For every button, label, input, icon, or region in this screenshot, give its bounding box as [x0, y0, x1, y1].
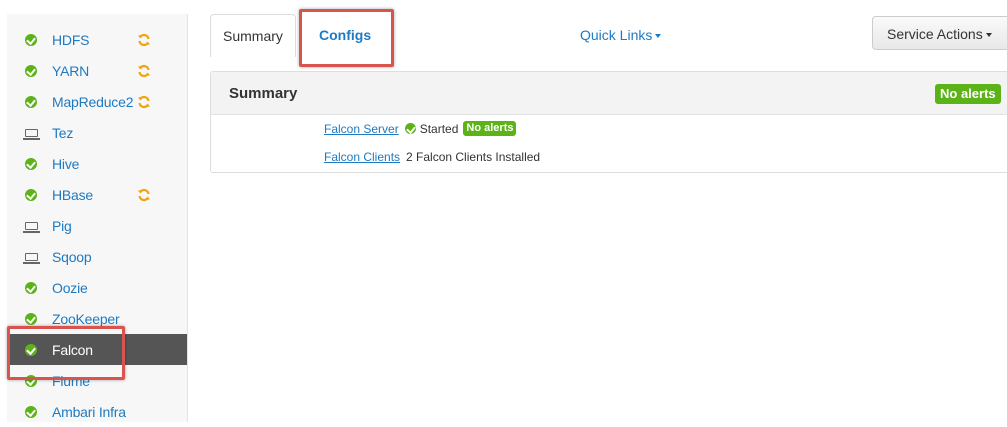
alerts-badge[interactable]: No alerts — [935, 84, 1001, 104]
check-circle-icon — [24, 157, 38, 171]
quick-links-label: Quick Links — [580, 27, 653, 43]
falcon-server-alerts-badge[interactable]: No alerts — [463, 121, 517, 136]
check-circle-icon — [24, 405, 38, 419]
sidebar-item-label: Flume — [52, 372, 90, 389]
falcon-clients-row: Falcon Clients 2 Falcon Clients Installe… — [324, 150, 540, 164]
sidebar-item-label: HBase — [52, 186, 94, 203]
sidebar-item-hive[interactable]: Hive — [7, 148, 187, 179]
sidebar-item-sqoop[interactable]: Sqoop — [7, 241, 187, 272]
sidebar-item-ambari-infra[interactable]: Ambari Infra — [7, 396, 187, 427]
sidebar-item-falcon[interactable]: Falcon — [7, 334, 187, 365]
sidebar-item-label: Pig — [52, 217, 72, 234]
sidebar-item-yarn[interactable]: YARN — [7, 55, 187, 86]
check-circle-icon — [24, 95, 38, 109]
sidebar-item-hdfs[interactable]: HDFS — [7, 24, 187, 55]
sidebar-item-mapreduce2[interactable]: MapReduce2 — [7, 86, 187, 117]
check-circle-icon — [24, 33, 38, 47]
service-sidebar: HDFS YARN MapReduce2 Tez Hive HBase Pig … — [7, 14, 188, 422]
sidebar-item-pig[interactable]: Pig — [7, 210, 187, 241]
refresh-icon — [138, 188, 150, 201]
check-circle-icon — [24, 281, 38, 295]
quick-links-dropdown[interactable]: Quick Links — [580, 14, 662, 56]
check-circle-icon — [24, 312, 38, 326]
sidebar-item-label: Sqoop — [52, 248, 92, 265]
sidebar-item-label: YARN — [52, 62, 90, 79]
summary-panel: Summary No alerts Falcon Server Started … — [210, 71, 1007, 173]
falcon-clients-link[interactable]: Falcon Clients — [324, 150, 400, 164]
sidebar-item-tez[interactable]: Tez — [7, 117, 187, 148]
laptop-icon — [22, 250, 40, 264]
service-tabs: Summary Configs Quick Links Service Acti… — [210, 14, 1007, 58]
service-actions-label: Service Actions — [887, 26, 983, 42]
sidebar-item-label: Falcon — [52, 341, 93, 358]
falcon-server-link[interactable]: Falcon Server — [324, 122, 399, 136]
check-circle-icon — [24, 188, 38, 202]
sidebar-item-label: Oozie — [52, 279, 88, 296]
sidebar-item-label: MapReduce2 — [52, 93, 134, 110]
laptop-icon — [22, 219, 40, 233]
falcon-server-row: Falcon Server Started No alerts — [324, 121, 517, 136]
sidebar-item-label: ZooKeeper — [52, 310, 120, 327]
laptop-icon — [22, 126, 40, 140]
sidebar-item-label: HDFS — [52, 31, 90, 48]
check-circle-icon — [404, 123, 416, 134]
sidebar-item-label: Tez — [52, 124, 74, 141]
service-actions-button[interactable]: Service Actions — [872, 16, 1007, 50]
check-circle-icon — [24, 64, 38, 78]
refresh-icon — [138, 64, 150, 77]
sidebar-item-zookeeper[interactable]: ZooKeeper — [7, 303, 187, 334]
sidebar-item-oozie[interactable]: Oozie — [7, 272, 187, 303]
refresh-icon — [138, 33, 150, 46]
sidebar-item-flume[interactable]: Flume — [7, 365, 187, 396]
falcon-clients-count: 2 Falcon Clients Installed — [406, 150, 541, 164]
refresh-icon — [138, 95, 150, 108]
summary-panel-header: Summary No alerts — [211, 72, 1007, 115]
caret-down-icon — [655, 34, 662, 39]
falcon-server-status: Started — [419, 121, 459, 136]
tab-summary[interactable]: Summary — [210, 14, 296, 57]
check-circle-icon — [24, 343, 38, 357]
check-circle-icon — [24, 374, 38, 388]
sidebar-item-label: Ambari Infra — [52, 403, 126, 420]
sidebar-item-hbase[interactable]: HBase — [7, 179, 187, 210]
summary-panel-title: Summary — [229, 85, 298, 102]
sidebar-item-label: Hive — [52, 155, 80, 172]
tab-configs[interactable]: Configs — [307, 14, 383, 56]
caret-down-icon — [985, 33, 992, 38]
